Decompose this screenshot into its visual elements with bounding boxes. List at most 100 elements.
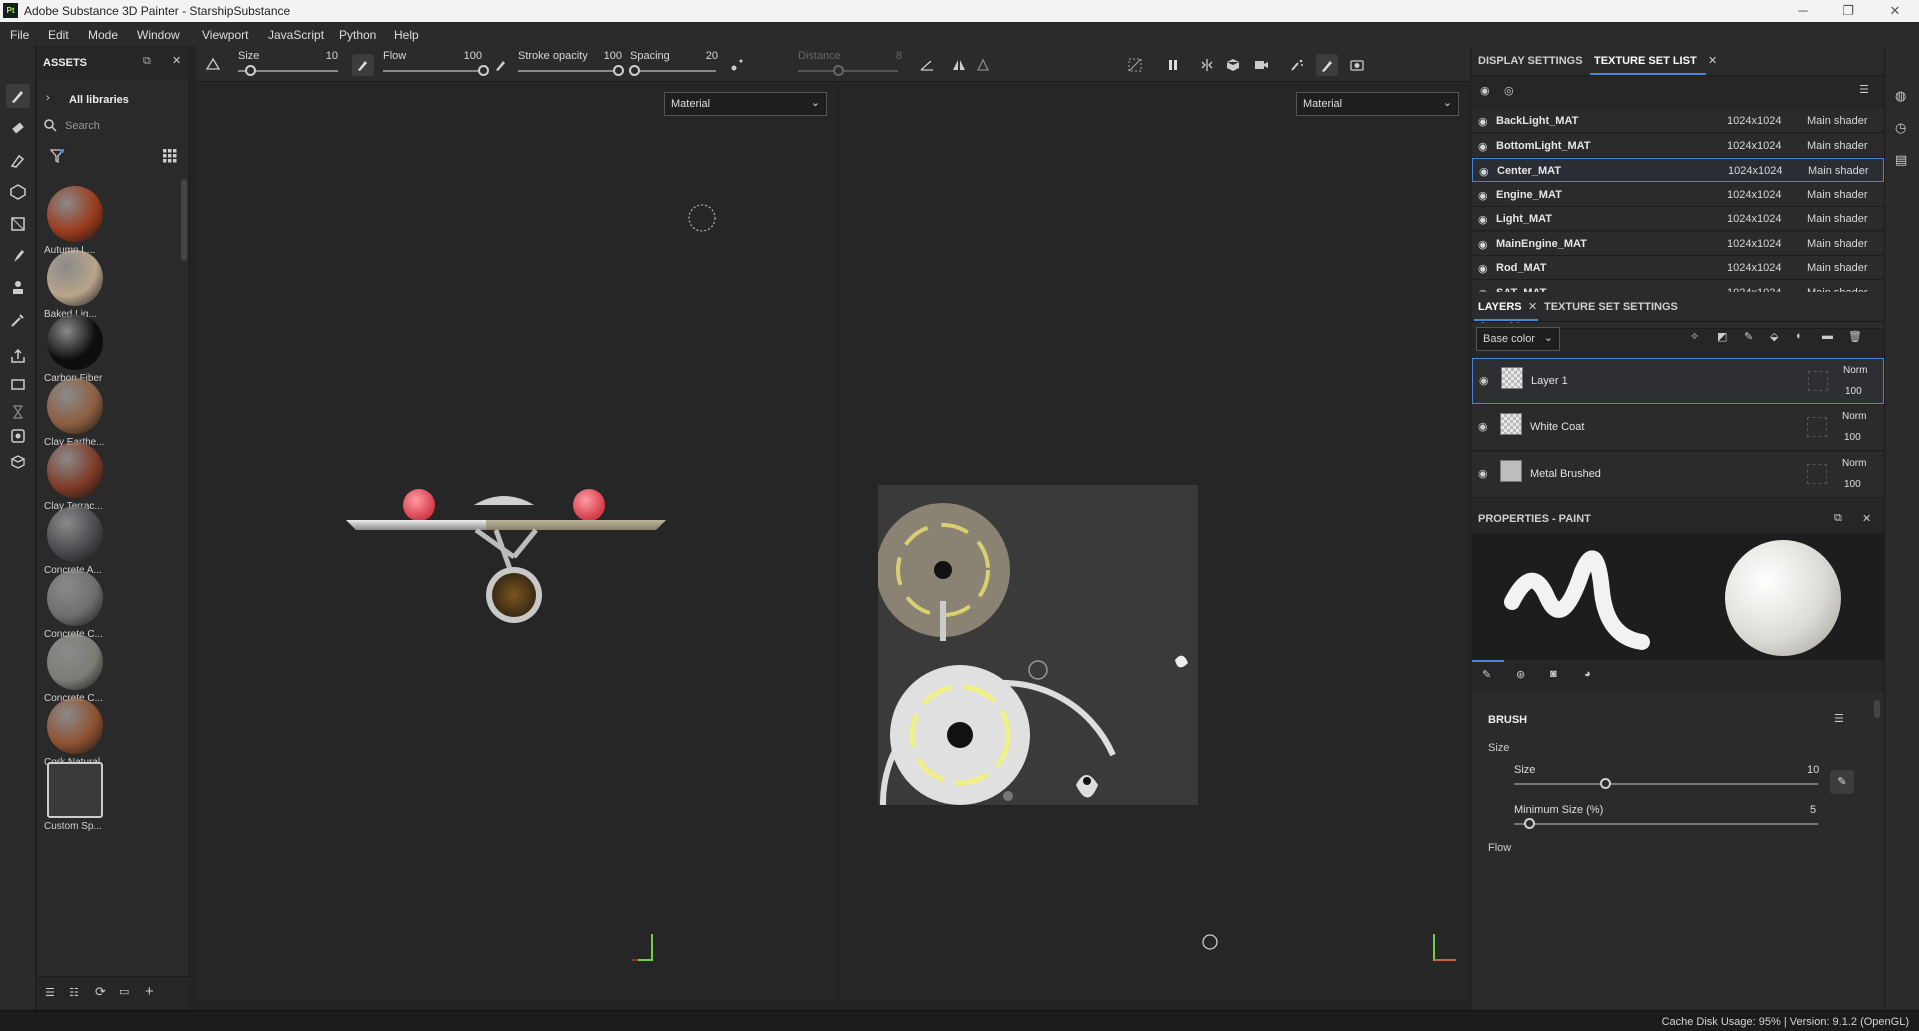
- lazy-mouse-icon[interactable]: [726, 54, 748, 76]
- eye-icon[interactable]: ◉: [1478, 467, 1488, 480]
- eye-icon[interactable]: ◉: [1478, 140, 1488, 153]
- delete-icon[interactable]: 🗑: [1848, 330, 1862, 343]
- menu-help[interactable]: Help: [394, 28, 419, 42]
- layer-blend-mode[interactable]: Norm: [1842, 411, 1866, 422]
- add-effect-icon[interactable]: ✧: [1690, 330, 1699, 343]
- tab-texture-set-settings[interactable]: TEXTURE SET SETTINGS: [1544, 301, 1678, 313]
- split-view-icon[interactable]: [1196, 54, 1218, 76]
- pause-icon[interactable]: [1162, 54, 1184, 76]
- display-cube-icon[interactable]: [1222, 54, 1244, 76]
- pressure-flow-icon[interactable]: [490, 54, 512, 76]
- log-icon[interactable]: ▤: [1895, 152, 1907, 168]
- eye-icon[interactable]: ◉: [1478, 189, 1488, 202]
- distance-slider[interactable]: [798, 70, 898, 72]
- texture-set-shader[interactable]: Main shader: [1807, 189, 1868, 201]
- float-icon[interactable]: ⧉: [143, 55, 151, 68]
- brush-tab-icon[interactable]: ✎: [1482, 668, 1491, 681]
- hourglass-icon[interactable]: [6, 400, 30, 424]
- flow-slider-knob[interactable]: [478, 65, 489, 76]
- symmetry-icon[interactable]: [202, 54, 224, 76]
- min-size-knob[interactable]: [1524, 818, 1536, 829]
- tab-texture-set-list[interactable]: TEXTURE SET LIST: [1594, 55, 1697, 67]
- layer-row[interactable]: ◉ White Coat Norm 100: [1472, 405, 1884, 451]
- eye-icon[interactable]: ◉: [1478, 115, 1488, 128]
- texture-set-shader[interactable]: Main shader: [1807, 238, 1868, 250]
- pressure-icon[interactable]: ✎: [1830, 770, 1854, 794]
- color-picker-icon[interactable]: [6, 308, 30, 332]
- texture-set-row[interactable]: ◉ Engine_MAT 1024x1024 Main shader: [1472, 182, 1884, 207]
- search-input[interactable]: Search: [43, 116, 183, 136]
- menu-file[interactable]: File: [10, 28, 29, 42]
- material-tab-icon[interactable]: ◕: [1584, 668, 1591, 680]
- layer-opacity[interactable]: 100: [1844, 479, 1861, 490]
- layer-mask-slot[interactable]: [1807, 464, 1827, 484]
- texture-set-row[interactable]: ◉ BottomLight_MAT 1024x1024 Main shader: [1472, 133, 1884, 158]
- hide-uv-icon[interactable]: [1124, 54, 1146, 76]
- screenshot-camera-icon[interactable]: [1346, 54, 1368, 76]
- filter-icon[interactable]: [49, 148, 65, 164]
- sort-icon[interactable]: ☷: [69, 986, 79, 999]
- bake-icon[interactable]: [6, 372, 30, 396]
- symmetry-mirror-icon[interactable]: [948, 54, 970, 76]
- texture-set-shader[interactable]: Main shader: [1807, 262, 1868, 274]
- close-icon[interactable]: ✕: [1528, 300, 1537, 313]
- texture-set-shader[interactable]: Main shader: [1807, 213, 1868, 225]
- texture-set-row[interactable]: ◉ Center_MAT 1024x1024 Main shader: [1472, 158, 1884, 182]
- prop-size-slider[interactable]: [1514, 783, 1818, 785]
- projection-icon[interactable]: [6, 148, 30, 172]
- size-slider-knob[interactable]: [245, 65, 256, 76]
- add-folder-icon[interactable]: ▬: [1822, 330, 1833, 342]
- eye-outline-icon[interactable]: ◎: [1504, 84, 1514, 97]
- camera-video-icon[interactable]: [1250, 54, 1272, 76]
- spacing-knob[interactable]: [629, 65, 641, 76]
- smudge-icon[interactable]: [6, 244, 30, 268]
- globe-icon[interactable]: ◍: [1895, 88, 1906, 104]
- texture-set-shader[interactable]: Main shader: [1807, 140, 1868, 152]
- menu-mode[interactable]: Mode: [88, 28, 118, 42]
- min-size-slider[interactable]: [1514, 823, 1818, 825]
- presets-icon[interactable]: ☰: [1834, 712, 1844, 725]
- layer-blend-mode[interactable]: Norm: [1843, 365, 1867, 376]
- material-item[interactable]: Custom Sp...: [44, 762, 104, 838]
- alpha-tab-icon[interactable]: ⊛: [1516, 668, 1525, 681]
- assets-scrollbar[interactable]: [181, 179, 187, 261]
- layer-opacity[interactable]: 100: [1845, 386, 1862, 397]
- viewport-2d-mode-select[interactable]: Material ⌄: [1296, 92, 1459, 116]
- layer-row[interactable]: ◉ Metal Brushed Norm 100: [1472, 452, 1884, 498]
- folder-icon[interactable]: ▭: [119, 985, 129, 998]
- maximize-icon[interactable]: ❐: [1833, 2, 1863, 20]
- eye-icon[interactable]: ◉: [1478, 262, 1488, 275]
- library-name[interactable]: All libraries: [69, 94, 129, 106]
- layer-blend-mode[interactable]: Norm: [1842, 458, 1866, 469]
- menu-javascript[interactable]: JavaScript: [268, 28, 324, 42]
- chevron-right-icon[interactable]: ›: [46, 92, 50, 104]
- menu-icon[interactable]: ☰: [1859, 83, 1869, 96]
- history-icon[interactable]: ◷: [1895, 120, 1906, 136]
- symmetry-radial-icon[interactable]: [972, 54, 994, 76]
- flow-slider[interactable]: [383, 70, 483, 72]
- minimize-icon[interactable]: ─: [1788, 2, 1818, 20]
- stencil-tab-icon[interactable]: ◙: [1550, 668, 1557, 680]
- menu-viewport[interactable]: Viewport: [202, 28, 248, 42]
- clone-stamp-icon[interactable]: [6, 276, 30, 300]
- add-paint-layer-icon[interactable]: ✎: [1744, 330, 1753, 343]
- eraser-icon[interactable]: [6, 116, 30, 140]
- angle-icon[interactable]: [916, 54, 938, 76]
- texture-set-shader[interactable]: Main shader: [1807, 115, 1868, 127]
- prop-size-knob[interactable]: [1600, 778, 1612, 789]
- eye-icon[interactable]: ◉: [1479, 165, 1489, 178]
- eye-icon[interactable]: ◉: [1478, 238, 1488, 251]
- add-fill-layer-icon[interactable]: ⬙: [1770, 330, 1778, 343]
- tab-display-settings[interactable]: DISPLAY SETTINGS: [1478, 55, 1583, 67]
- refresh-icon[interactable]: ⟳: [95, 984, 106, 1000]
- grid-view-icon[interactable]: [162, 148, 178, 164]
- stroke-opacity-slider[interactable]: [518, 70, 618, 72]
- stroke-opacity-knob[interactable]: [613, 65, 624, 76]
- eye-icon[interactable]: ◉: [1478, 213, 1488, 226]
- close-icon[interactable]: ✕: [1880, 2, 1910, 20]
- texture-set-row[interactable]: ◉ Light_MAT 1024x1024 Main shader: [1472, 207, 1884, 231]
- menu-window[interactable]: Window: [137, 28, 180, 42]
- polygon-fill-icon[interactable]: [6, 212, 30, 236]
- layer-opacity[interactable]: 100: [1844, 432, 1861, 443]
- close-icon[interactable]: ✕: [1862, 512, 1871, 525]
